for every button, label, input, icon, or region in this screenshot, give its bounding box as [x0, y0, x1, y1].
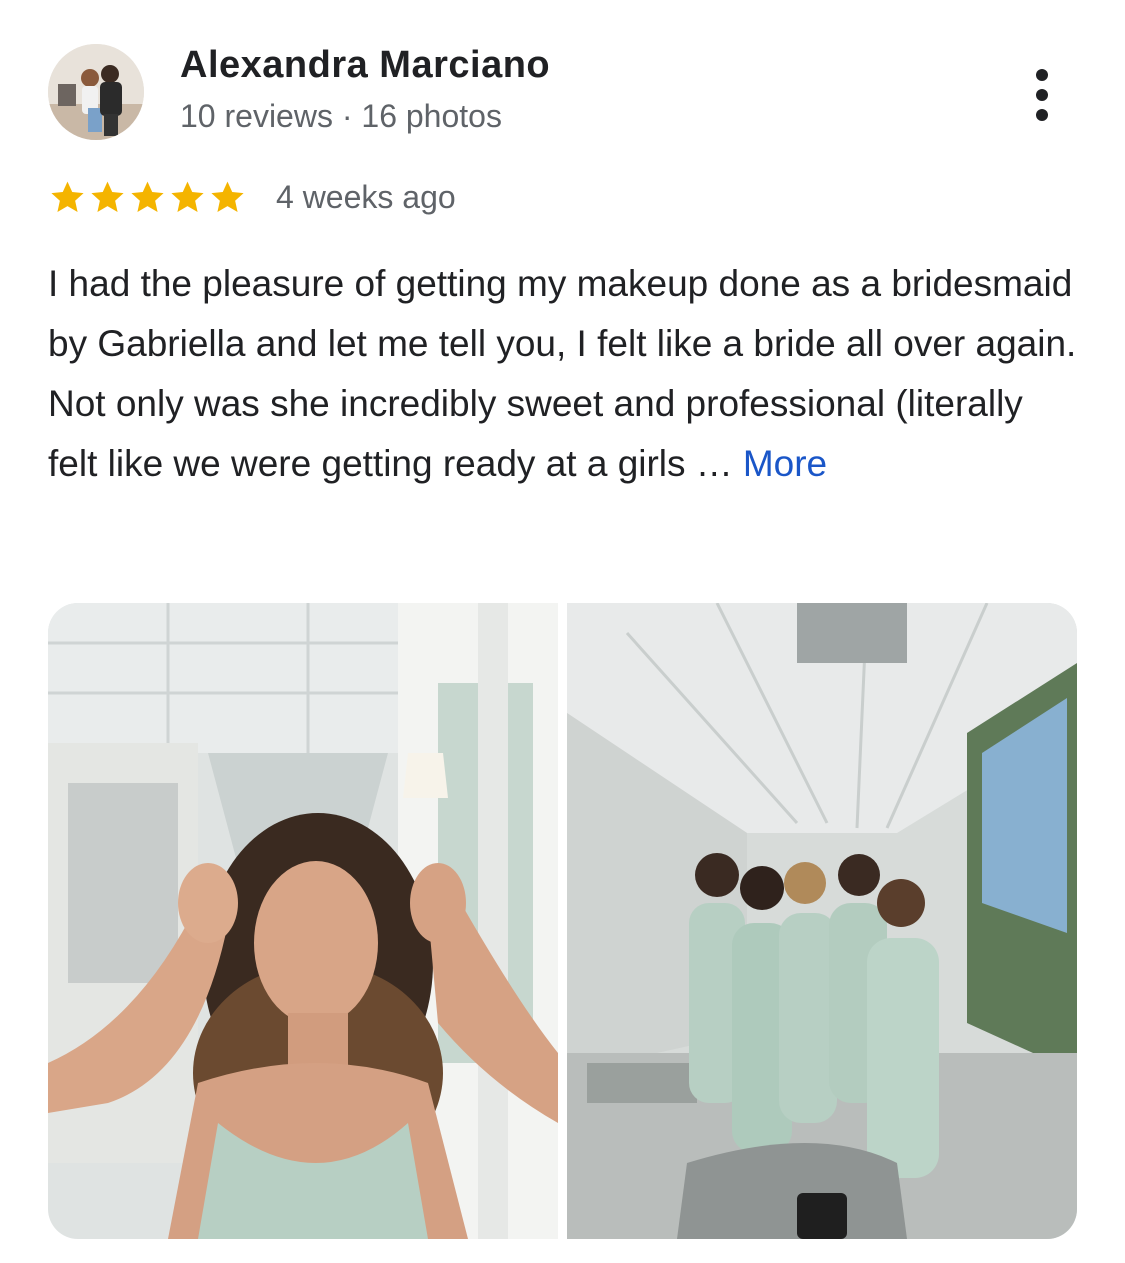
star-icon	[211, 181, 244, 212]
kebab-dot	[1036, 69, 1048, 81]
bridesmaids-group-photo	[567, 603, 1077, 1239]
review-photo-1[interactable]	[48, 603, 558, 1239]
selfie-photo	[48, 603, 558, 1239]
kebab-dot	[1036, 89, 1048, 101]
avatar[interactable]	[48, 44, 144, 140]
star-icon	[51, 181, 84, 212]
star-icon	[131, 181, 164, 212]
more-vert-icon[interactable]	[1012, 60, 1072, 130]
review-photo-2[interactable]	[567, 603, 1077, 1239]
review-time: 4 weeks ago	[276, 178, 456, 215]
kebab-dot	[1036, 109, 1048, 121]
review-text: I had the pleasure of getting my makeup …	[48, 254, 1078, 494]
rating-row: 4 weeks ago	[48, 172, 456, 222]
more-link[interactable]: More	[743, 443, 827, 484]
star-icon	[91, 181, 124, 212]
avatar-photo	[48, 44, 144, 140]
reviewer-name[interactable]: Alexandra Marciano	[180, 44, 550, 87]
review-body: I had the pleasure of getting my makeup …	[48, 263, 1077, 484]
star-icon	[171, 181, 204, 212]
reviewer-meta: 10 reviews · 16 photos	[180, 98, 502, 134]
